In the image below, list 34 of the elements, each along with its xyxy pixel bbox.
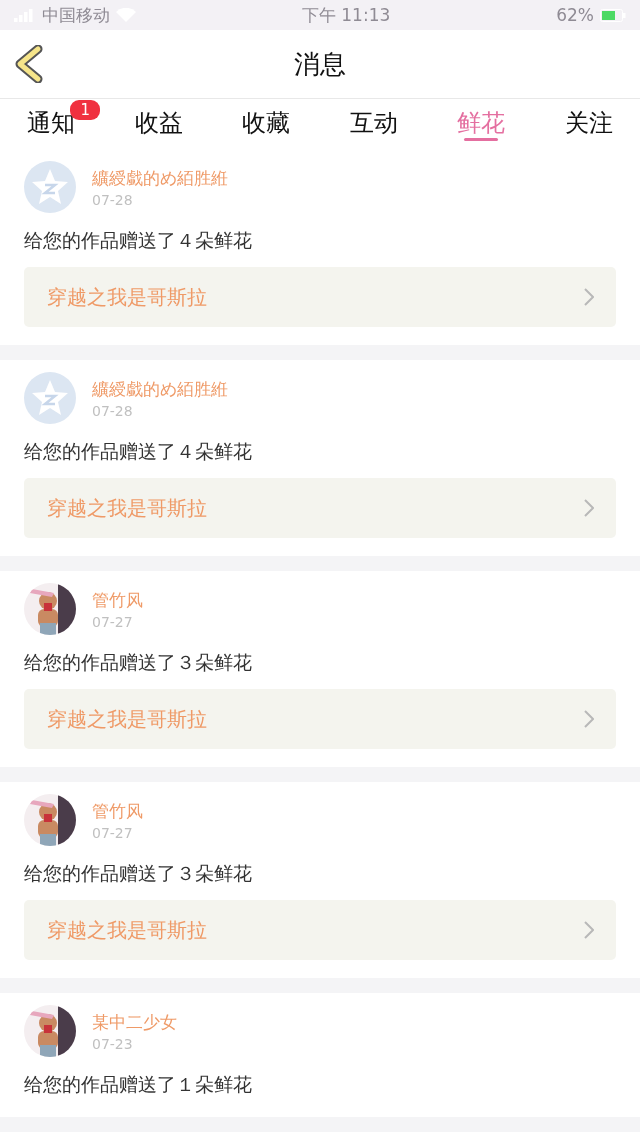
tab[interactable]: 关注 <box>539 99 638 149</box>
message-date: 07-28 <box>92 402 134 419</box>
message-date: 07-27 <box>92 824 134 841</box>
chevron-right-icon <box>584 710 594 728</box>
chevron-right-icon <box>584 921 594 939</box>
page-title: 消息 <box>294 47 346 81</box>
message-text: 给您的作品赠送了１朵鲜花 <box>24 1072 253 1097</box>
user-name[interactable]: 管竹风 <box>92 588 143 612</box>
battery-icon <box>600 8 626 22</box>
book-link[interactable]: 穿越之我是哥斯拉 <box>24 900 616 960</box>
user-name[interactable]: 纊綬戱的め絔胜絍 <box>92 377 228 401</box>
message-text: 给您的作品赠送了３朵鲜花 <box>24 861 253 886</box>
book-link[interactable]: 穿越之我是哥斯拉 <box>24 689 616 749</box>
status-time: 下午 11:13 <box>301 3 391 27</box>
tab[interactable]: 收益 <box>109 99 208 149</box>
user-name[interactable]: 管竹风 <box>92 799 143 823</box>
tab[interactable]: 收藏 <box>217 99 316 149</box>
book-link[interactable]: 穿越之我是哥斯拉 <box>24 478 616 538</box>
back-icon[interactable] <box>14 45 44 83</box>
chevron-right-icon <box>584 288 594 306</box>
user-name[interactable]: 某中二少女 <box>92 1010 177 1034</box>
message-date: 07-28 <box>92 191 134 208</box>
message-text: 给您的作品赠送了３朵鲜花 <box>24 650 253 675</box>
carrier-name: 中国移动 <box>42 3 110 27</box>
tab[interactable]: 鲜花 <box>432 99 531 149</box>
battery-percent: 62% <box>556 5 594 25</box>
user-name[interactable]: 纊綬戱的め絔胜絍 <box>92 166 228 190</box>
message-text: 给您的作品赠送了４朵鲜花 <box>24 439 253 464</box>
book-link[interactable]: 穿越之我是哥斯拉 <box>24 267 616 327</box>
message-text: 给您的作品赠送了４朵鲜花 <box>24 228 253 253</box>
tab[interactable]: 互动 <box>324 99 423 149</box>
chevron-right-icon <box>584 499 594 517</box>
message-date: 07-27 <box>92 613 134 630</box>
message-date: 07-23 <box>92 1035 134 1052</box>
